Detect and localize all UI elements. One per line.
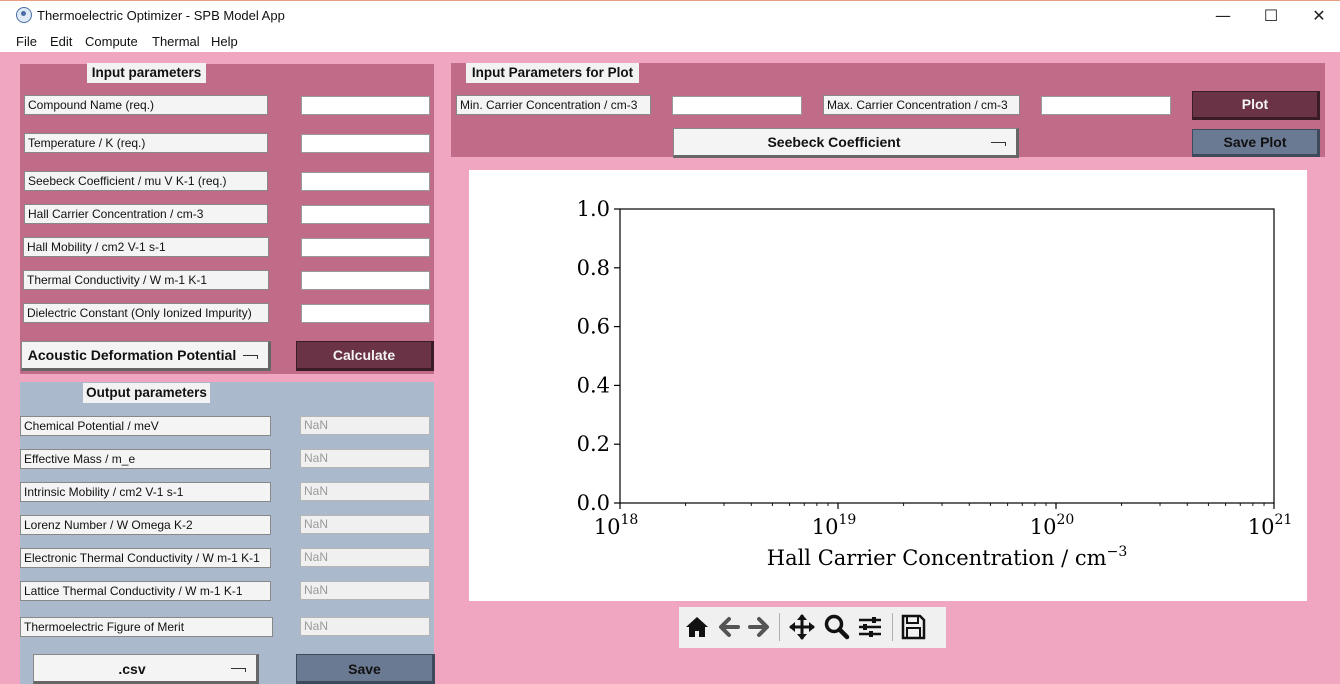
y-tick-label: 0.0 — [577, 491, 610, 515]
app-icon — [16, 7, 32, 23]
seebeck-input[interactable] — [301, 172, 430, 191]
save-plot-button[interactable]: Save Plot — [1192, 129, 1320, 157]
minimize-button[interactable]: — — [1200, 4, 1246, 28]
menu-help[interactable]: Help — [211, 34, 238, 49]
electronic-thermal-conductivity-output: NaN — [300, 548, 430, 567]
menu-compute[interactable]: Compute — [85, 34, 138, 49]
scattering-mechanism-value: Acoustic Deformation Potential — [27, 347, 237, 363]
output-label-electronic-thermal: Electronic Thermal Conductivity / W m-1 … — [20, 548, 271, 568]
min-concentration-label: Min. Carrier Concentration / cm-3 — [456, 95, 651, 115]
input-label-hall-concentration: Hall Carrier Concentration / cm-3 — [24, 204, 268, 224]
forward-icon[interactable] — [744, 612, 774, 642]
chart: 0.0 0.2 0.4 0.6 0.8 1.0 1018 1019 1020 1021 Hall… — [577, 197, 1293, 570]
x-tick-label: 1018 — [594, 512, 639, 539]
export-format-value: .csv — [118, 661, 146, 677]
dropdown-indicator-icon — [243, 355, 258, 359]
dropdown-indicator-icon — [991, 142, 1006, 146]
max-concentration-label: Max. Carrier Concentration / cm-3 — [823, 95, 1020, 115]
hall-mobility-input[interactable] — [301, 238, 430, 257]
output-label-lorenz-number: Lorenz Number / W Omega K-2 — [20, 515, 271, 535]
menu-bar: File Edit Compute Thermal Help — [0, 32, 1340, 52]
output-label-intrinsic-mobility: Intrinsic Mobility / cm2 V-1 s-1 — [20, 482, 271, 502]
plot-panel-heading: Input Parameters for Plot — [466, 63, 639, 83]
x-axis: 1018 1019 1020 1021 — [594, 503, 1293, 539]
plot-quantity-value: Seebeck Coefficient — [767, 134, 901, 150]
axes-frame — [619, 208, 1275, 504]
output-label-lattice-thermal: Lattice Thermal Conductivity / W m-1 K-1 — [20, 581, 271, 601]
output-panel-heading: Output parameters — [83, 383, 210, 403]
menu-thermal[interactable]: Thermal — [152, 34, 200, 49]
chemical-potential-output: NaN — [300, 416, 430, 435]
window-title: Thermoelectric Optimizer - SPB Model App — [37, 8, 285, 23]
hall-concentration-input[interactable] — [301, 205, 430, 224]
zoom-icon[interactable] — [821, 612, 851, 642]
menu-edit[interactable]: Edit — [50, 34, 72, 49]
temperature-input[interactable] — [301, 134, 430, 153]
input-label-dielectric: Dielectric Constant (Only Ionized Impuri… — [23, 303, 269, 323]
menu-file[interactable]: File — [16, 34, 37, 49]
input-label-hall-mobility: Hall Mobility / cm2 V-1 s-1 — [23, 237, 269, 257]
save-figure-icon[interactable] — [898, 612, 928, 642]
lattice-thermal-conductivity-output: NaN — [300, 581, 430, 600]
back-icon[interactable] — [714, 612, 744, 642]
configure-subplots-icon[interactable] — [855, 612, 885, 642]
compound-name-input[interactable] — [301, 96, 430, 115]
output-label-figure-of-merit: Thermoelectric Figure of Merit — [20, 617, 273, 637]
dielectric-constant-input[interactable] — [301, 304, 430, 323]
thermal-conductivity-input[interactable] — [301, 271, 430, 290]
dropdown-indicator-icon — [231, 668, 246, 672]
plot-canvas[interactable]: 0.0 0.2 0.4 0.6 0.8 1.0 1018 1019 1020 1021 Hall… — [469, 170, 1307, 601]
x-tick-label: 1019 — [812, 512, 857, 539]
calculate-button[interactable]: Calculate — [296, 341, 434, 371]
navigation-toolbar — [679, 607, 946, 648]
y-axis: 0.0 0.2 0.4 0.6 0.8 1.0 — [577, 197, 620, 515]
pan-icon[interactable] — [787, 612, 817, 642]
y-tick-label: 0.8 — [577, 256, 610, 280]
input-label-seebeck: Seebeck Coefficient / mu V K-1 (req.) — [24, 171, 268, 191]
scattering-mechanism-dropdown[interactable]: Acoustic Deformation Potential — [21, 341, 271, 371]
input-label-thermal-conductivity: Thermal Conductivity / W m-1 K-1 — [23, 270, 269, 290]
figure-of-merit-output: NaN — [300, 617, 430, 636]
plot-quantity-dropdown[interactable]: Seebeck Coefficient — [673, 128, 1019, 158]
x-axis-label: Hall Carrier Concentration / cm−3 — [767, 544, 1127, 570]
export-format-dropdown[interactable]: .csv — [33, 654, 259, 684]
y-tick-label: 0.4 — [577, 373, 610, 397]
max-concentration-input[interactable] — [1041, 96, 1171, 115]
y-tick-label: 0.2 — [577, 432, 610, 456]
input-panel-heading: Input parameters — [87, 63, 206, 83]
x-tick-label: 1021 — [1248, 512, 1293, 539]
min-concentration-input[interactable] — [672, 96, 802, 115]
intrinsic-mobility-output: NaN — [300, 482, 430, 501]
effective-mass-output: NaN — [300, 449, 430, 468]
plot-button[interactable]: Plot — [1192, 91, 1320, 120]
save-button[interactable]: Save — [296, 654, 435, 684]
input-label-compound: Compound Name (req.) — [24, 95, 268, 115]
home-icon[interactable] — [682, 612, 712, 642]
close-button[interactable]: ✕ — [1296, 4, 1340, 28]
y-tick-label: 0.6 — [577, 315, 610, 339]
lorenz-number-output: NaN — [300, 515, 430, 534]
output-label-effective-mass: Effective Mass / m_e — [20, 449, 271, 469]
output-label-chemical-potential: Chemical Potential / meV — [20, 416, 271, 436]
input-label-temperature: Temperature / K (req.) — [24, 133, 268, 153]
x-tick-label: 1020 — [1030, 512, 1075, 539]
maximize-button[interactable]: ☐ — [1248, 4, 1294, 28]
toolbar-separator — [892, 613, 893, 641]
toolbar-separator — [779, 613, 780, 641]
y-tick-label: 1.0 — [577, 197, 610, 221]
